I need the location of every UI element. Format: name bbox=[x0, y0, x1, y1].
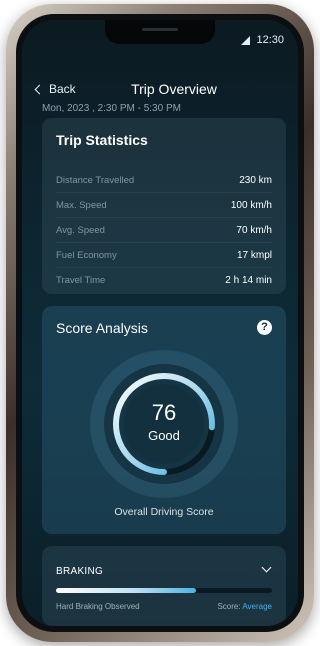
braking-score-label: Score: bbox=[217, 602, 241, 611]
notch bbox=[105, 20, 215, 44]
braking-progress-track bbox=[56, 588, 272, 593]
stat-label: Max. Speed bbox=[56, 199, 107, 211]
trip-date-subtitle: Mon, 2023 , 2:30 PM - 5:30 PM bbox=[42, 104, 181, 112]
score-value: 76 bbox=[151, 400, 177, 425]
stat-row-distance: Distance Travelled 230 km bbox=[56, 168, 272, 193]
phone-frame: 12:30 Back Trip Overview Mon, 2023 , 2:3… bbox=[6, 4, 314, 642]
stat-row-fuel-economy: Fuel Economy 17 kmpl bbox=[56, 243, 272, 268]
score-grade: Good bbox=[148, 428, 180, 443]
question-circle-icon[interactable]: ? bbox=[257, 320, 272, 335]
stat-label: Distance Travelled bbox=[56, 174, 135, 186]
braking-card[interactable]: BRAKING Hard Braking Observed Score: Ave… bbox=[42, 546, 286, 626]
stat-row-avg-speed: Avg. Speed 70 km/h bbox=[56, 218, 272, 243]
stat-value: 17 kmpl bbox=[236, 249, 272, 261]
speaker-grille bbox=[142, 28, 178, 31]
score-analysis-card: Score Analysis ? 76 Good Overall Driving… bbox=[42, 306, 286, 534]
trip-statistics-card: Trip Statistics Distance Travelled 230 k… bbox=[42, 118, 286, 294]
stat-row-travel-time: Travel Time 2 h 14 min bbox=[56, 268, 272, 293]
status-time: 12:30 bbox=[256, 34, 284, 46]
braking-title: BRAKING bbox=[56, 566, 104, 577]
braking-note: Hard Braking Observed bbox=[56, 602, 140, 611]
chevron-down-icon[interactable] bbox=[261, 562, 272, 573]
braking-score: Score: Average bbox=[217, 602, 272, 611]
stat-value: 230 km bbox=[239, 174, 272, 186]
stat-value: 100 km/h bbox=[230, 199, 272, 211]
trip-statistics-title: Trip Statistics bbox=[56, 132, 148, 148]
braking-progress-fill bbox=[56, 588, 197, 593]
score-analysis-title: Score Analysis bbox=[56, 320, 148, 336]
status-bar: 12:30 bbox=[22, 20, 298, 50]
phone-bezel: 12:30 Back Trip Overview Mon, 2023 , 2:3… bbox=[16, 14, 304, 632]
stat-value: 2 h 14 min bbox=[225, 275, 272, 286]
stat-value: 70 km/h bbox=[236, 224, 272, 236]
braking-score-value: Average bbox=[242, 602, 272, 611]
score-caption: Overall Driving Score bbox=[114, 506, 214, 518]
app-header: Back Trip Overview bbox=[22, 78, 298, 106]
stat-label: Avg. Speed bbox=[56, 224, 105, 236]
stat-row-max-speed: Max. Speed 100 km/h bbox=[56, 193, 272, 218]
stat-label: Fuel Economy bbox=[56, 249, 117, 261]
signal-icon bbox=[241, 36, 250, 45]
stat-label: Travel Time bbox=[56, 275, 106, 286]
score-gauge: 76 Good bbox=[88, 348, 240, 500]
page-title: Trip Overview bbox=[131, 81, 217, 97]
app-screen: 12:30 Back Trip Overview Mon, 2023 , 2:3… bbox=[22, 20, 298, 626]
